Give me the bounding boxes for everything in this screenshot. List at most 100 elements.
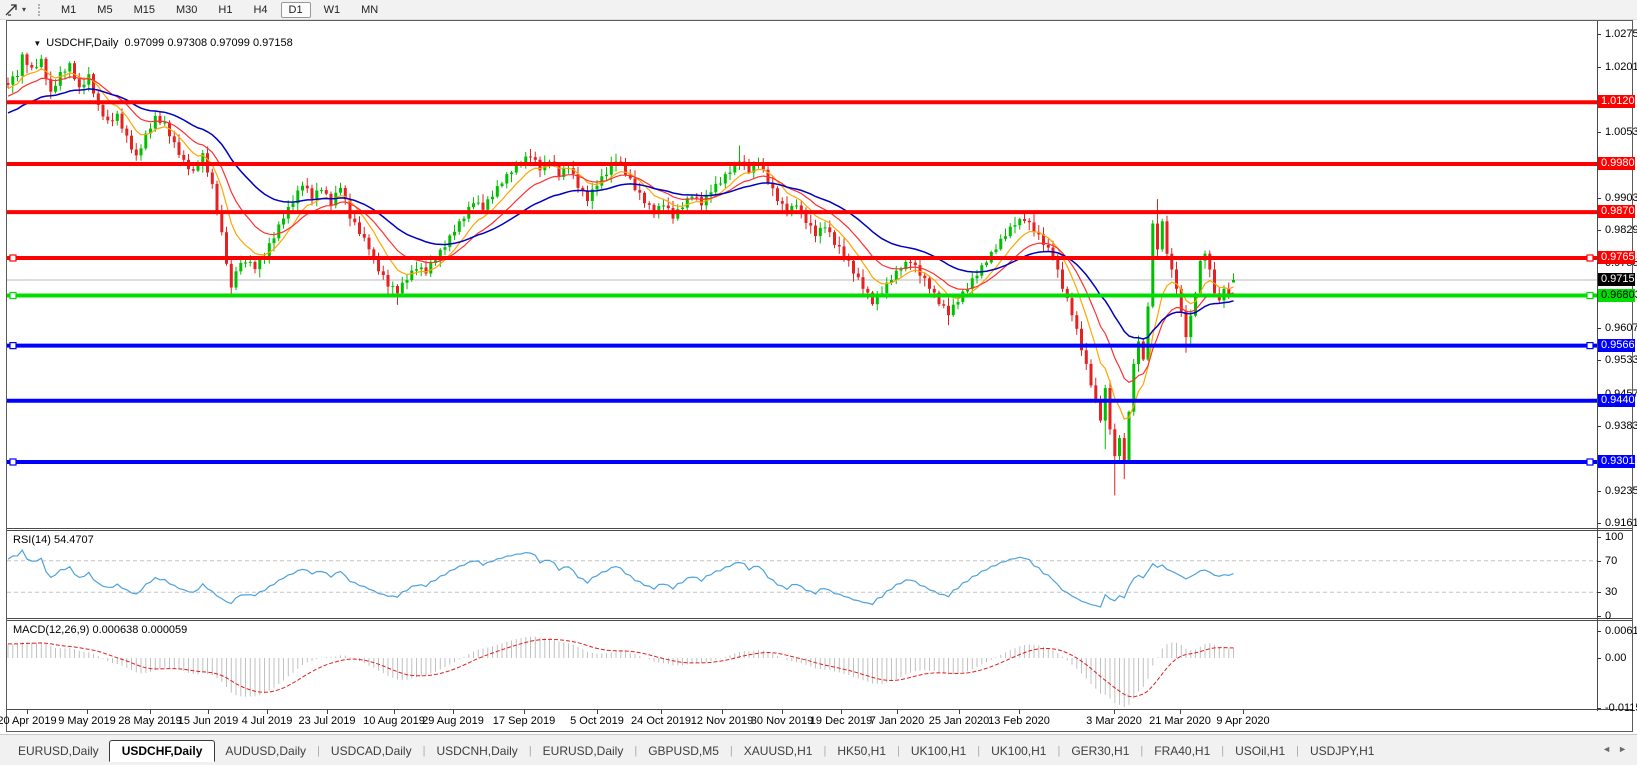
hline-price-label[interactable]: 0.96803 [1598, 289, 1635, 302]
dropdown-caret-icon[interactable]: ▾ [22, 5, 26, 14]
price-tick-label: 0.96070 [1605, 322, 1637, 334]
time-axis-border [7, 709, 1632, 711]
hline-price-label[interactable]: 0.98703 [1598, 205, 1635, 218]
price-tick [1597, 426, 1601, 427]
date-tick [597, 710, 598, 714]
price-tick-label: 0.99030 [1605, 192, 1637, 204]
date-tick [394, 710, 395, 714]
date-label: 12 Nov 2019 [691, 715, 753, 727]
date-label: 10 Aug 2019 [363, 715, 425, 727]
tab-eurusd-daily[interactable]: EURUSD,Daily [533, 741, 634, 761]
tab-separator: | [1221, 745, 1224, 757]
date-label: 5 Oct 2019 [570, 715, 624, 727]
date-label: 15 Jun 2019 [178, 715, 239, 727]
cursor-tool-icon[interactable] [4, 3, 20, 17]
tab-separator: | [1296, 745, 1299, 757]
tab-audusd-daily[interactable]: AUDUSD,Daily [215, 741, 316, 761]
current-price-label: 0.97158 [1598, 273, 1635, 286]
price-tick [1597, 230, 1601, 231]
tab-usoil-h1[interactable]: USOil,H1 [1225, 741, 1295, 761]
macd-tick-label: 0.006167 [1605, 625, 1637, 637]
price-tick-label: 1.02750 [1605, 28, 1637, 40]
date-tick [1019, 710, 1020, 714]
tab-separator: | [1057, 745, 1060, 757]
tab-usdchf-daily[interactable]: USDCHF,Daily [109, 740, 216, 762]
date-label: 13 Feb 2020 [988, 715, 1050, 727]
tab-separator: | [730, 745, 733, 757]
tab-scroll-left-button[interactable]: ◄ [1602, 744, 1611, 754]
date-tick [208, 710, 209, 714]
tab-usdcad-daily[interactable]: USDCAD,Daily [321, 741, 422, 761]
toolbar-grip[interactable] [38, 4, 43, 16]
macd-tick-label: -0.01153 [1605, 702, 1637, 714]
price-tick-label: 0.91610 [1605, 517, 1637, 529]
date-tick [897, 710, 898, 714]
mt4-terminal-window: ▾ M1M5M15M30H1H4D1W1MN ▼USDCHF,Daily 0.9… [0, 0, 1637, 765]
timeframe-button-mn[interactable]: MN [353, 2, 386, 18]
tab-usdcnh-daily[interactable]: USDCNH,Daily [426, 741, 527, 761]
tab-eurusd-daily[interactable]: EURUSD,Daily [8, 741, 109, 761]
tab-usdjpy-h1[interactable]: USDJPY,H1 [1300, 741, 1384, 761]
hline-price-label[interactable]: 0.95663 [1598, 339, 1635, 352]
price-tick [1597, 34, 1601, 35]
date-label: 23 Jul 2019 [299, 715, 356, 727]
rsi-tick-label: 30 [1605, 586, 1637, 598]
price-tick-label: 0.95330 [1605, 354, 1637, 366]
price-tick [1597, 67, 1601, 68]
tab-gbpusd-m5[interactable]: GBPUSD,M5 [638, 741, 729, 761]
timeframe-button-h4[interactable]: H4 [245, 2, 275, 18]
date-label: 24 Oct 2019 [631, 715, 691, 727]
chart-window-frame: ▼USDCHF,Daily 0.97099 0.97308 0.97099 0.… [6, 20, 1633, 732]
rsi-tick [1597, 537, 1601, 538]
price-tick-label: 0.98290 [1605, 224, 1637, 236]
rsi-tick [1597, 616, 1601, 617]
chart-title: ▼USDCHF,Daily 0.97099 0.97308 0.97099 0.… [15, 25, 293, 61]
timeframe-button-m15[interactable]: M15 [126, 2, 163, 18]
macd-tick [1597, 658, 1601, 659]
hline-price-label[interactable]: 0.94404 [1598, 394, 1635, 407]
tab-separator: | [317, 745, 320, 757]
timeframe-button-h1[interactable]: H1 [210, 2, 240, 18]
panel-separator[interactable] [7, 528, 1632, 531]
tab-ger30-h1[interactable]: GER30,H1 [1061, 741, 1139, 761]
tab-scroll-right-button[interactable]: ► [1618, 744, 1627, 754]
price-tick [1597, 491, 1601, 492]
date-tick [453, 710, 454, 714]
date-tick [722, 710, 723, 714]
date-label: 9 May 2019 [58, 715, 115, 727]
price-chart-canvas[interactable] [7, 21, 1597, 528]
date-tick [267, 710, 268, 714]
rsi-tick-label: 0 [1605, 610, 1637, 622]
date-label: 3 Mar 2020 [1086, 715, 1142, 727]
date-label: 30 Nov 2019 [751, 715, 813, 727]
date-label: 9 Apr 2020 [1216, 715, 1269, 727]
hline-price-label[interactable]: 0.97658 [1598, 251, 1635, 264]
timeframe-button-m30[interactable]: M30 [168, 2, 205, 18]
tab-fra40-h1[interactable]: FRA40,H1 [1144, 741, 1220, 761]
rsi-label: RSI(14) 54.4707 [13, 534, 94, 546]
date-label: 17 Sep 2019 [493, 715, 555, 727]
price-axis-line [1597, 21, 1598, 711]
chart-tabs: EURUSD,DailyUSDCHF,DailyAUDUSD,Daily|USD… [8, 739, 1384, 763]
tab-uk100-h1[interactable]: UK100,H1 [981, 741, 1056, 761]
hline-price-label[interactable]: 1.01207 [1598, 95, 1635, 108]
price-tick [1597, 328, 1601, 329]
tab-xauusd-h1[interactable]: XAUUSD,H1 [734, 741, 823, 761]
timeframe-button-d1[interactable]: D1 [281, 2, 311, 18]
timeframe-button-m5[interactable]: M5 [89, 2, 120, 18]
timeframe-button-w1[interactable]: W1 [316, 2, 349, 18]
timeframe-button-m1[interactable]: M1 [53, 2, 84, 18]
tab-uk100-h1[interactable]: UK100,H1 [901, 741, 976, 761]
macd-canvas[interactable] [7, 622, 1597, 709]
date-label: 7 Jan 2020 [870, 715, 924, 727]
date-tick [1180, 710, 1181, 714]
rsi-tick-label: 100 [1605, 531, 1637, 543]
tab-hk50-h1[interactable]: HK50,H1 [827, 741, 896, 761]
hline-price-label[interactable]: 0.93011 [1598, 455, 1635, 468]
date-tick [327, 710, 328, 714]
symbol-dropdown-icon[interactable]: ▼ [33, 39, 41, 48]
hline-price-label[interactable]: 0.99800 [1598, 157, 1635, 170]
panel-separator[interactable] [7, 618, 1632, 621]
price-tick-label: 1.02010 [1605, 61, 1637, 73]
rsi-canvas[interactable] [7, 532, 1597, 618]
